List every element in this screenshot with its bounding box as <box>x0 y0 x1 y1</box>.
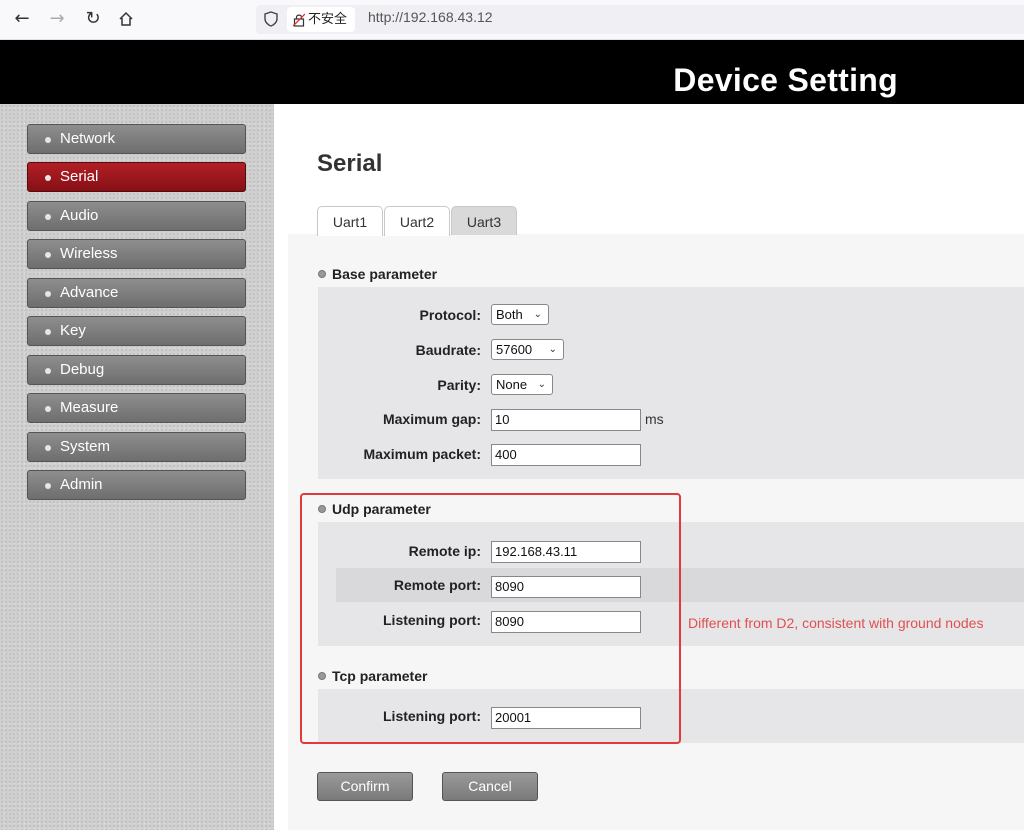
forward-arrow-icon[interactable]: → <box>46 8 68 30</box>
sidebar-item-debug[interactable]: Debug <box>27 355 246 385</box>
bullet-icon <box>45 252 51 258</box>
parity-select[interactable]: None ⌄ <box>491 374 553 395</box>
security-indicator[interactable]: 不安全 <box>287 7 356 32</box>
sidebar-item-label: Key <box>60 322 86 339</box>
annotation-note: Different from D2, consistent with groun… <box>688 615 984 631</box>
sidebar-item-label: Measure <box>60 399 119 416</box>
sidebar-item-label: Advance <box>60 284 119 301</box>
sidebar-item-system[interactable]: System <box>27 432 246 462</box>
bullet-icon <box>45 175 51 181</box>
max-gap-input[interactable]: 10 <box>491 409 641 431</box>
sidebar: Network Serial Audio Wireless Advance Ke… <box>0 104 274 830</box>
sidebar-item-label: Network <box>60 130 116 147</box>
max-packet-label: Maximum packet: <box>363 446 481 462</box>
security-label: 不安全 <box>308 12 348 27</box>
url-text[interactable]: http://192.168.43.12 <box>368 9 493 25</box>
sidebar-item-label: Admin <box>60 476 103 493</box>
bullet-icon <box>45 291 51 297</box>
baudrate-label: Baudrate: <box>415 342 481 358</box>
sidebar-item-label: Debug <box>60 361 105 378</box>
bullet-icon <box>45 137 51 143</box>
bullet-icon <box>45 483 51 489</box>
cancel-button[interactable]: Cancel <box>442 772 538 801</box>
sidebar-item-label: Audio <box>60 207 99 224</box>
sidebar-item-wireless[interactable]: Wireless <box>27 239 246 269</box>
sidebar-item-audio[interactable]: Audio <box>27 201 246 231</box>
bullet-icon <box>45 329 51 335</box>
sidebar-item-label: Serial <box>60 168 99 185</box>
baudrate-select[interactable]: 57600 ⌄ <box>491 339 564 360</box>
page-header: Device Setting <box>0 40 1024 104</box>
header-title: Device Setting <box>673 62 898 98</box>
chevron-down-icon: ⌄ <box>533 309 542 320</box>
shield-icon[interactable] <box>262 10 280 28</box>
sidebar-item-label: Wireless <box>60 245 118 262</box>
chevron-down-icon: ⌄ <box>537 379 546 390</box>
max-gap-unit: ms <box>645 411 664 427</box>
section-title-base: Base parameter <box>318 266 437 282</box>
bullet-icon <box>45 445 51 451</box>
sidebar-item-measure[interactable]: Measure <box>27 393 246 423</box>
bullet-icon <box>45 406 51 412</box>
tab-uart2[interactable]: Uart2 <box>384 206 450 236</box>
bullet-icon <box>45 214 51 220</box>
home-icon[interactable] <box>115 8 137 30</box>
confirm-button[interactable]: Confirm <box>317 772 413 801</box>
bullet-icon <box>318 270 326 278</box>
highlight-annotation-box <box>300 493 681 744</box>
protocol-select[interactable]: Both ⌄ <box>491 304 549 325</box>
browser-toolbar: ← → ↻ 不安全 http://192.168.43.12 <box>0 0 1024 40</box>
sidebar-item-label: System <box>60 438 111 455</box>
chevron-down-icon: ⌄ <box>548 344 557 355</box>
max-gap-label: Maximum gap: <box>382 411 481 427</box>
bullet-icon <box>45 368 51 374</box>
protocol-label: Protocol: <box>419 307 481 323</box>
back-arrow-icon[interactable]: ← <box>11 8 33 30</box>
sidebar-item-network[interactable]: Network <box>27 124 246 154</box>
parity-label: Parity: <box>437 377 481 393</box>
reload-icon[interactable]: ↻ <box>82 8 104 30</box>
sidebar-item-key[interactable]: Key <box>27 316 246 346</box>
page-title: Serial <box>317 150 383 177</box>
max-packet-input[interactable]: 400 <box>491 444 641 466</box>
tab-uart3[interactable]: Uart3 <box>451 206 517 235</box>
insecure-lock-icon <box>293 13 305 27</box>
sidebar-item-advance[interactable]: Advance <box>27 278 246 308</box>
tab-uart1[interactable]: Uart1 <box>317 206 383 236</box>
sidebar-item-admin[interactable]: Admin <box>27 470 246 500</box>
sidebar-item-serial[interactable]: Serial <box>27 162 246 192</box>
